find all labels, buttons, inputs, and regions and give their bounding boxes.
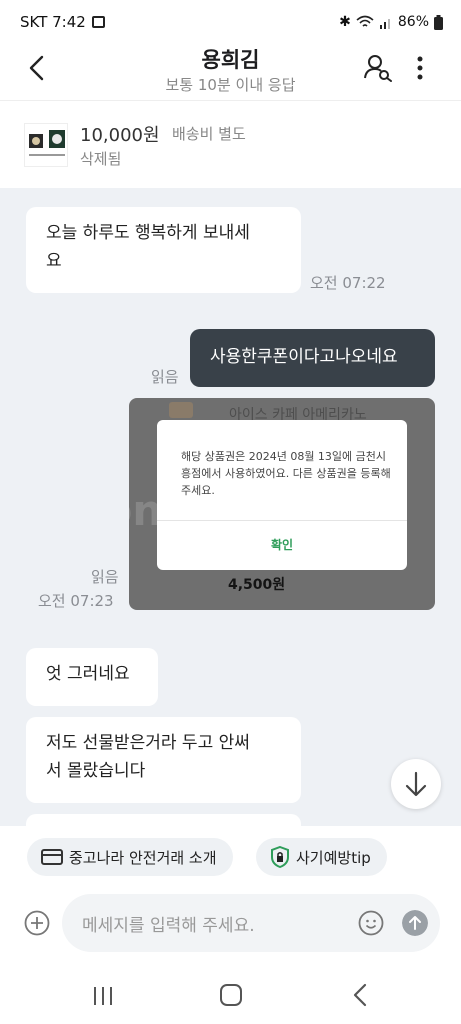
received-message: 저도 선물받은거라 두고 안써 서 몰랐습니다 (26, 717, 301, 803)
bluetooth-icon: ✱ (339, 14, 351, 30)
card-icon (41, 849, 63, 865)
shield-lock-icon (271, 846, 289, 868)
dialog-message: 해당 상품권은 2024년 08월 13일에 금천시흥점에서 사용하였어요. 다… (181, 450, 391, 497)
user-search-icon[interactable] (362, 52, 394, 84)
system-nav-bar (0, 968, 461, 1024)
back-nav-icon[interactable] (350, 982, 370, 1008)
received-message: 오늘 하루도 행복하게 보내세 요 (26, 207, 301, 293)
chip-label: 사기예방tip (296, 848, 371, 867)
chat-header: 용희김 보통 10분 이내 응답 (0, 44, 461, 100)
send-arrow-icon[interactable] (402, 910, 428, 936)
message-text: 서 몰랐습니다 (46, 761, 146, 781)
emoji-icon[interactable] (358, 910, 384, 936)
dialog-confirm-button: 확인 (270, 538, 294, 552)
coupon-price: 4,500원 (228, 577, 286, 593)
sent-image-coupon-screenshot[interactable]: 아이스 카페 아메리카노 Joon 해당 상품권은 2024년 08월 13일에… (129, 398, 435, 610)
message-time: 오전 07:22 (310, 274, 386, 292)
wifi-icon (356, 15, 374, 27)
sent-message: 사용한쿠폰이다고나오네요 (190, 329, 435, 387)
coffee-cup-icon (169, 402, 193, 418)
message-text: 요 (46, 251, 62, 271)
battery-level: 86% (397, 14, 429, 30)
safe-trade-chip[interactable]: 중고나라 안전거래 소개 (27, 838, 233, 876)
arrow-down-icon (405, 771, 427, 797)
scroll-to-bottom-button[interactable] (391, 759, 441, 809)
received-message: 엇 그러네요 (26, 648, 158, 706)
fraud-tip-chip[interactable]: 사기예방tip (256, 838, 387, 876)
dialog-divider (157, 520, 407, 521)
home-icon[interactable] (220, 984, 242, 1006)
status-time: SKT 7:42 (20, 13, 86, 31)
message-text: 저도 선물받은거라 두고 안써 (46, 733, 250, 753)
message-time: 오전 07:23 (38, 592, 114, 610)
read-receipt: 읽음 (91, 568, 119, 586)
message-text: 엇 그러네요 (46, 664, 130, 684)
gallery-notification-icon (91, 16, 105, 28)
message-text: 오늘 하루도 행복하게 보내세 (46, 223, 250, 243)
more-options-icon[interactable] (408, 52, 432, 84)
status-bar: SKT 7:42 ✱ 86% (0, 0, 461, 44)
chip-label: 중고나라 안전거래 소개 (69, 848, 217, 867)
plus-icon[interactable] (24, 910, 50, 936)
message-input-placeholder: 메세지를 입력해 주세요. (82, 916, 255, 936)
message-text: 사용한쿠폰이다고나오네요 (210, 347, 398, 367)
battery-icon (434, 14, 443, 30)
shipping-info: 배송비 별도 (172, 125, 246, 143)
read-receipt: 읽음 (151, 368, 179, 386)
coupon-used-dialog: 해당 상품권은 2024년 08월 13일에 금천시흥점에서 사용하였어요. 다… (157, 420, 407, 570)
signal-icon (379, 19, 390, 29)
product-price: 10,000원 (80, 125, 160, 146)
product-status: 삭제됨 (80, 150, 122, 168)
recent-apps-icon[interactable] (92, 986, 114, 1006)
product-info-bar[interactable]: 10,000원 배송비 별도 삭제됨 (0, 100, 461, 188)
product-thumbnail[interactable] (24, 123, 68, 167)
